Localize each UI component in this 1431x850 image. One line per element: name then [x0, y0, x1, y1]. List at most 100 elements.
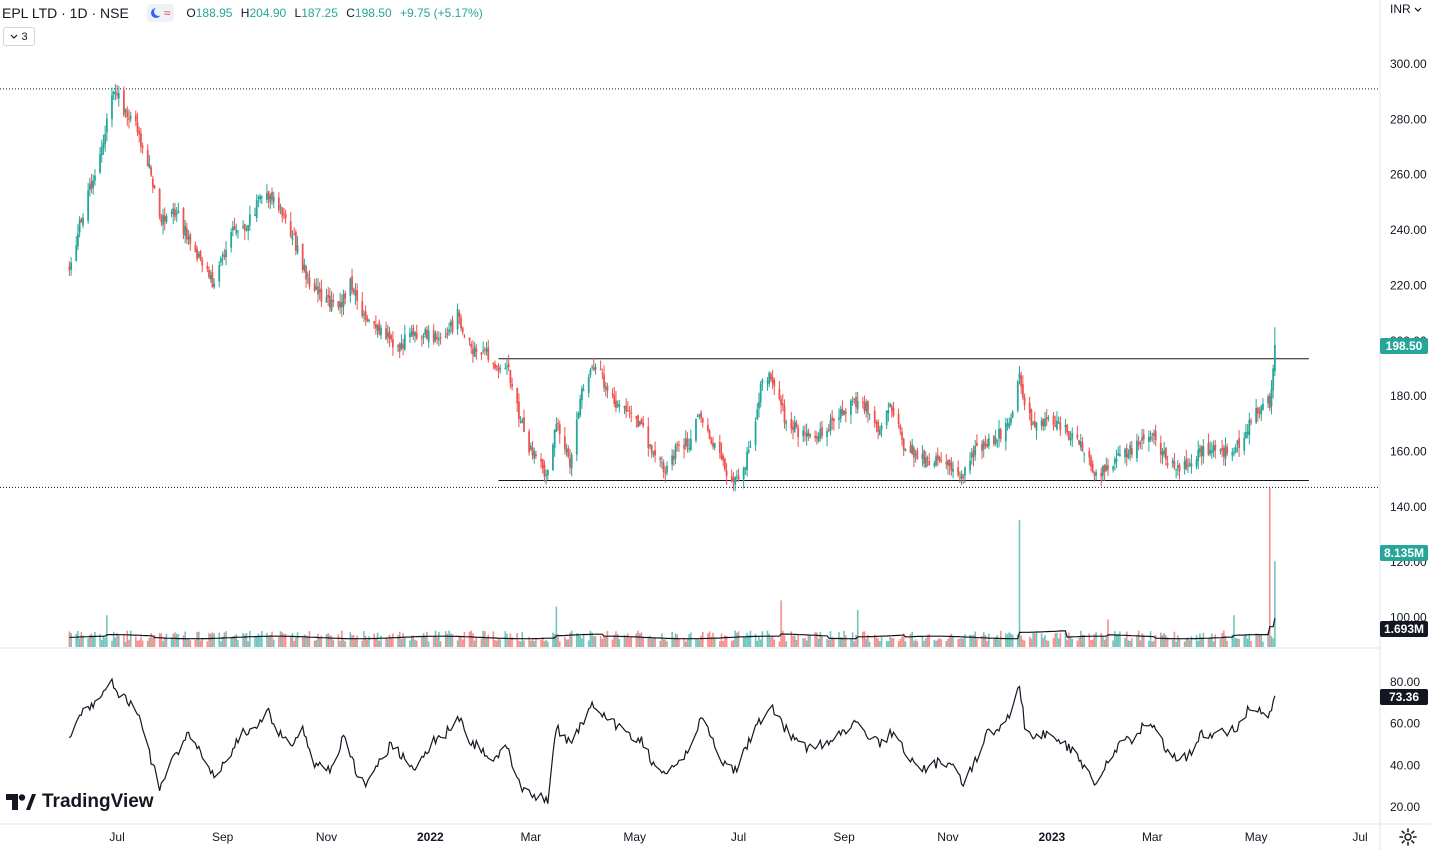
candle [814, 430, 817, 442]
candle-body [1057, 422, 1060, 424]
open-value: 188.95 [195, 6, 233, 20]
candle [844, 407, 847, 423]
candle [689, 429, 692, 452]
candle-body [1171, 460, 1174, 464]
candle-body [485, 348, 488, 352]
currency-selector[interactable]: INR [1390, 2, 1422, 16]
volume-bar [683, 638, 685, 647]
volume-bar [887, 641, 890, 647]
candle-body [982, 441, 985, 450]
candle-body [150, 167, 153, 176]
candle [725, 463, 728, 485]
candle [555, 417, 558, 433]
candle [267, 190, 270, 209]
candle [230, 228, 233, 253]
candle-body [456, 309, 459, 330]
candle [150, 165, 153, 177]
gear-icon[interactable] [1398, 827, 1418, 847]
volume-bar [1199, 633, 1201, 647]
candle-body [315, 286, 318, 290]
candle-body [1071, 433, 1074, 439]
candle-body [1221, 447, 1223, 451]
volume-bar [1257, 635, 1259, 647]
candle-body [1142, 434, 1145, 440]
candle [1040, 416, 1043, 431]
chart-canvas[interactable]: 300.00280.00260.00240.00220.00200.00180.… [0, 0, 1431, 850]
candle [850, 398, 852, 424]
candle [376, 324, 379, 338]
volume-bar [279, 631, 282, 647]
candle-body [666, 465, 668, 473]
moon-icon[interactable] [150, 7, 163, 18]
candle [102, 134, 105, 155]
volume-bar [972, 634, 975, 647]
candle [865, 399, 868, 418]
volume-bar [1054, 633, 1057, 647]
candle [759, 380, 762, 408]
candle [1125, 443, 1128, 467]
candle-body [768, 372, 771, 385]
candle [432, 324, 435, 345]
candle [948, 459, 951, 476]
candle [293, 227, 296, 236]
candle [1016, 379, 1019, 413]
candle [332, 293, 335, 308]
candle-body [482, 350, 485, 352]
price-tick-label: 160.00 [1390, 444, 1427, 458]
candle-body [676, 444, 679, 446]
candle [589, 367, 592, 378]
price-tick-label: 300.00 [1390, 57, 1427, 71]
candle [558, 420, 561, 444]
volume-bar [792, 635, 794, 647]
candle-body [933, 463, 936, 466]
candle-body [378, 322, 381, 335]
candle-body [766, 381, 769, 383]
candle [448, 322, 450, 336]
candle-body [998, 428, 1000, 439]
candle-body [194, 244, 197, 252]
candle-body [409, 333, 411, 337]
candle [294, 229, 297, 256]
volume-bar [187, 638, 190, 647]
indicator-collapse-button[interactable]: 3 [3, 27, 35, 46]
wave-icon[interactable]: ≈ [164, 7, 171, 19]
candle-body [283, 213, 285, 215]
volume-bar [654, 637, 656, 647]
candle [1076, 425, 1079, 440]
candle [950, 457, 953, 476]
candle-body [494, 364, 496, 369]
volume-bar [1211, 633, 1213, 647]
candle [266, 184, 268, 204]
candle-body [237, 230, 239, 232]
candle-body [129, 115, 132, 119]
candle [940, 452, 943, 464]
volume-bar [1018, 519, 1021, 647]
volume-bar [814, 632, 816, 647]
volume-bar [988, 633, 990, 647]
volume-bar [707, 633, 709, 647]
volume-bar [1044, 635, 1046, 647]
candle [160, 213, 163, 227]
volume-bar [375, 638, 377, 647]
candle [209, 270, 212, 283]
candle-body [1219, 450, 1222, 452]
volume-bar [247, 641, 249, 647]
candle-body [945, 462, 948, 465]
volume-bar [1163, 633, 1165, 647]
candle [936, 447, 939, 467]
symbol-title[interactable]: EPL LTD · 1D · NSE [2, 5, 129, 21]
volume-bar [587, 640, 590, 647]
candle-body [814, 436, 817, 438]
candle-body [911, 444, 914, 455]
candle-body [528, 431, 531, 453]
volume-bar [1234, 637, 1237, 647]
volume-bar [1112, 640, 1114, 647]
candle-body [415, 333, 418, 339]
volume-bar [540, 640, 542, 647]
volume-bar [1177, 635, 1179, 647]
volume-bar [1268, 488, 1271, 647]
volume-bar [558, 641, 561, 647]
tradingview-logo[interactable]: TradingView [6, 791, 154, 813]
candle [795, 420, 798, 429]
legend-icons[interactable]: ≈ [146, 4, 175, 22]
